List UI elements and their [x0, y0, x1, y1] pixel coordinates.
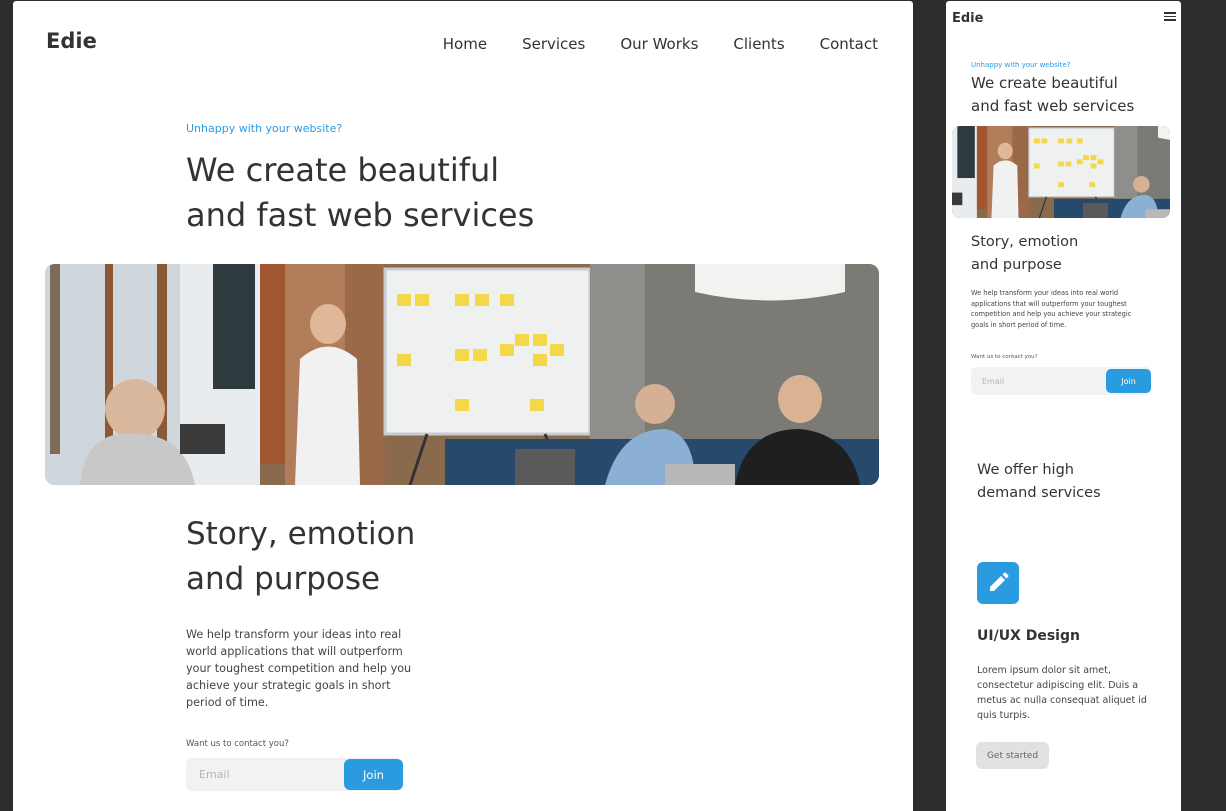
story-title: Story, emotion and purpose — [186, 512, 486, 602]
mobile-email-input[interactable] — [971, 367, 1107, 395]
mobile-artboard: Edie Unhappy with your website? We creat… — [946, 1, 1181, 811]
nav-clients[interactable]: Clients — [733, 35, 784, 53]
story-text: We help transform your ideas into real w… — [186, 628, 412, 709]
join-button[interactable]: Join — [344, 759, 403, 790]
nav-contact[interactable]: Contact — [820, 35, 878, 53]
hero-title-line-2: and fast web services — [186, 196, 535, 234]
story-title-line-1: Story, emotion — [186, 516, 416, 552]
nav-our-works[interactable]: Our Works — [620, 35, 698, 53]
service-card-title: UI/UX Design — [977, 628, 1080, 644]
nav-services[interactable]: Services — [522, 35, 585, 53]
hero-image — [45, 264, 879, 485]
mobile-story-text: We help transform your ideas into real w… — [971, 289, 1132, 329]
hamburger-menu-icon[interactable] — [1164, 12, 1176, 21]
mobile-hero-title: We create beautiful and fast web service… — [971, 72, 1161, 117]
hero-eyebrow: Unhappy with your website? — [186, 122, 343, 135]
mobile-hero-title-line-1: We create beautiful — [971, 74, 1118, 92]
contact-label: Want us to contact you? — [186, 739, 289, 749]
nav-home[interactable]: Home — [443, 35, 487, 53]
contact-form: Join — [186, 758, 403, 791]
service-card-text: Lorem ipsum dolor sit amet, consectetur … — [977, 665, 1147, 721]
hero-title: We create beautiful and fast web service… — [186, 148, 606, 238]
mobile-story-title-line-2: and purpose — [971, 256, 1062, 273]
mobile-logo[interactable]: Edie — [952, 11, 983, 26]
mobile-join-button[interactable]: Join — [1106, 369, 1151, 393]
email-input[interactable] — [186, 758, 349, 791]
services-title-line-2: demand services — [977, 484, 1101, 501]
mobile-hero-image — [952, 126, 1170, 218]
desktop-artboard: Edie Home Services Our Works Clients Con… — [13, 1, 913, 811]
mobile-contact-label: Want us to contact you? — [971, 354, 1038, 360]
mobile-hero-eyebrow: Unhappy with your website? — [971, 61, 1071, 69]
main-nav: Home Services Our Works Clients Contact — [408, 35, 878, 53]
services-title-line-1: We offer high — [977, 462, 1074, 478]
pencil-icon — [977, 562, 1019, 604]
site-logo[interactable]: Edie — [46, 29, 97, 53]
mobile-hero-title-line-2: and fast web services — [971, 96, 1135, 115]
mobile-contact-form: Join — [971, 367, 1151, 395]
story-title-line-2: and purpose — [186, 561, 381, 597]
mobile-story-title: Story, emotion and purpose — [971, 231, 1121, 276]
get-started-button[interactable]: Get started — [976, 742, 1049, 769]
mobile-story-title-line-1: Story, emotion — [971, 234, 1079, 250]
services-title: We offer high demand services — [977, 459, 1137, 504]
hero-title-line-1: We create beautiful — [186, 151, 500, 189]
